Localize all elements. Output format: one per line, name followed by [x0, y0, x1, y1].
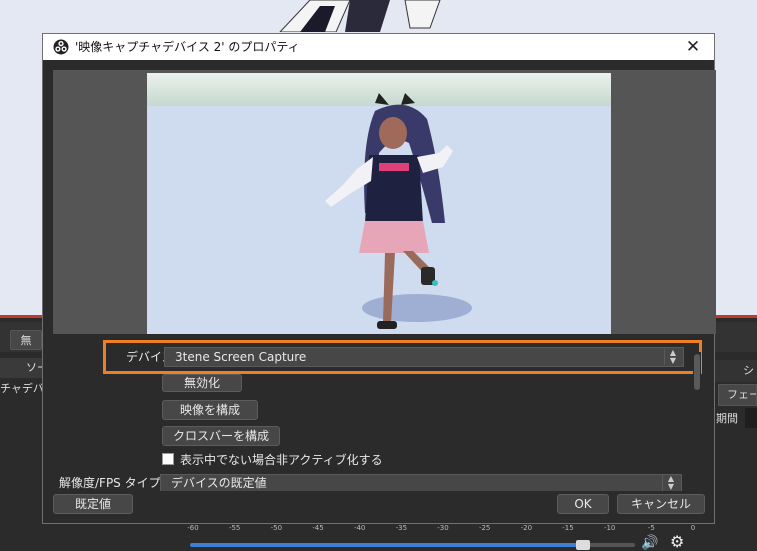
configure-crossbar-button[interactable]: クロスバーを構成 — [162, 426, 280, 446]
transitions-dock-header: シー — [715, 360, 757, 382]
resolution-fps-type-select[interactable]: デバイスの既定値 ▲ ▼ — [160, 474, 682, 492]
mixer-scale-tick: -5 — [647, 524, 655, 532]
mixer-scale-tick: -30 — [437, 524, 449, 532]
mixer-volume-slider[interactable] — [576, 540, 590, 550]
mixer-scale-tick: -35 — [395, 524, 408, 532]
dialog-title: '映像キャプチャデバイス 2' のプロパティ — [75, 40, 300, 54]
mixer-scale-tick: -45 — [312, 524, 324, 532]
chevron-updown-icon[interactable]: ▲ ▼ — [662, 475, 679, 491]
duration-input[interactable] — [745, 408, 757, 428]
source-preview — [53, 70, 716, 334]
scrollbar-thumb[interactable] — [694, 354, 700, 390]
configure-video-button[interactable]: 映像を構成 — [162, 400, 258, 420]
speaker-icon[interactable]: 🔊 — [641, 535, 661, 551]
mixer-scale-tick: 0 — [690, 524, 696, 532]
close-button[interactable]: ✕ — [680, 34, 706, 60]
background-toolbar-button[interactable]: 無 — [10, 330, 42, 350]
background-character-image — [279, 0, 441, 32]
device-select[interactable]: 3tene Screen Capture ▲ ▼ — [164, 347, 684, 367]
mixer-scale-tick: -40 — [353, 524, 366, 532]
mixer-scale: -60 -55 -50 -45 -40 -35 -30 -25 -20 -15 -10 -5 0 — [187, 524, 698, 534]
mixer-volume-track[interactable] — [190, 543, 585, 547]
properties-dialog: '映像キャプチャデバイス 2' のプロパティ ✕ デバイス 3tene Scre… — [42, 33, 716, 524]
obs-logo-icon — [53, 39, 69, 55]
mixer-scale-tick: -15 — [562, 524, 574, 532]
source-list-item[interactable]: チャデバイ — [0, 380, 42, 398]
preview-image — [147, 73, 611, 334]
resolution-fps-type-label: 解像度/FPS タイプ — [59, 476, 161, 490]
defaults-button[interactable]: 既定値 — [53, 494, 133, 514]
deactivate-checkbox[interactable] — [162, 453, 174, 465]
device-select-value: 3tene Screen Capture — [175, 350, 307, 364]
cancel-button[interactable]: キャンセル — [617, 494, 705, 514]
disable-button[interactable]: 無効化 — [162, 374, 242, 392]
mixer-scale-tick: -50 — [270, 524, 283, 532]
ok-button[interactable]: OK — [557, 494, 609, 514]
mixer-scale-tick: -20 — [520, 524, 533, 532]
dialog-footer — [43, 491, 714, 523]
gear-icon[interactable]: ⚙ — [670, 533, 690, 551]
sources-dock-header: ソー — [0, 358, 42, 378]
mixer-scale-tick: -25 — [478, 524, 491, 532]
device-field-row: デバイス 3tene Screen Capture ▲ ▼ — [103, 340, 702, 374]
deactivate-checkbox-label: 表示中でない場合非アクティブ化する — [180, 453, 383, 467]
dialog-titlebar[interactable]: '映像キャプチャデバイス 2' のプロパティ ✕ — [43, 34, 714, 60]
transition-select[interactable]: フェー — [718, 384, 757, 406]
mixer-scale-tick: -60 — [187, 524, 199, 532]
chevron-updown-icon[interactable]: ▲ ▼ — [664, 349, 681, 365]
mixer-scale-tick: -10 — [603, 524, 616, 532]
resolution-select-value: デバイスの既定値 — [171, 476, 267, 490]
properties-scrollbar[interactable] — [693, 352, 701, 492]
mixer-scale-tick: -55 — [228, 524, 241, 532]
mixer-volume-track-rest[interactable] — [585, 543, 635, 547]
